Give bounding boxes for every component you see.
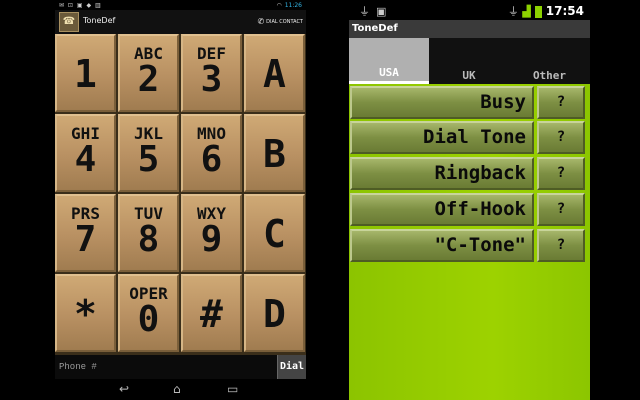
key-b[interactable]: B <box>244 114 305 192</box>
right-phone-screen: ⏚▣ ⏚ ▟ 17:54 ToneDef USA UK Other Busy ? … <box>349 0 590 400</box>
key-star[interactable]: * <box>55 274 116 352</box>
tab-label: Other <box>532 69 567 82</box>
ringback-help-button[interactable]: ? <box>537 157 585 190</box>
key-digit: # <box>200 292 223 336</box>
key-1[interactable]: 1 <box>55 34 116 112</box>
key-c[interactable]: C <box>244 194 305 272</box>
tab-label: UK <box>462 69 476 82</box>
handset-icon: ✆ <box>257 17 265 26</box>
app-title: ToneDef <box>352 23 398 34</box>
signal-icon: ▟ <box>522 5 531 18</box>
tab-other[interactable]: Other <box>509 38 590 84</box>
wifi-icon: ◠ <box>276 2 282 9</box>
phone-number-input[interactable] <box>55 355 277 379</box>
dial-tone-button[interactable]: Dial Tone <box>350 121 534 154</box>
recent-apps-icon[interactable]: ▭ <box>227 382 238 396</box>
usb-icon: ⏚ <box>507 5 519 18</box>
dial-contact-button[interactable]: ✆ DIAL CONTACT <box>257 17 303 26</box>
key-7[interactable]: PRS 7 <box>55 194 116 272</box>
key-digit: 6 <box>200 139 223 180</box>
key-digit: D <box>263 292 286 336</box>
left-phone-screen: ✉ ⊡ ▣ ◆ ▥ ◠ 11:26 ☎ ToneDef ✆ DIAL CONTACT… <box>55 0 306 400</box>
key-digit: C <box>263 212 286 256</box>
keypad: 1 ABC 2 DEF 3 A GHI 4 JKL 5 MNO 6 B PRS 7 TUV 8… <box>55 34 306 355</box>
off-hook-button[interactable]: Off-Hook <box>350 193 534 226</box>
action-bar: ToneDef <box>349 20 590 38</box>
home-icon[interactable]: ⌂ <box>173 382 181 396</box>
key-digit: 8 <box>137 219 160 260</box>
busy-help-button[interactable]: ? <box>537 86 585 119</box>
key-hash[interactable]: # <box>181 274 242 352</box>
key-digit: * <box>74 292 97 336</box>
key-0[interactable]: OPER 0 <box>118 274 179 352</box>
key-digit: 4 <box>74 139 97 180</box>
key-2[interactable]: ABC 2 <box>118 34 179 112</box>
key-d[interactable]: D <box>244 274 305 352</box>
status-right: ◠ 11:26 <box>276 2 302 9</box>
key-digit: 5 <box>137 139 160 180</box>
status-bar: ⏚▣ ⏚ ▟ 17:54 <box>349 0 590 20</box>
key-digit: 1 <box>74 52 97 96</box>
back-icon[interactable]: ↩ <box>119 382 129 396</box>
notification-icons: ✉ ⊡ ▣ ◆ ▥ <box>59 2 102 9</box>
dial-contact-label: DIAL CONTACT <box>266 19 303 25</box>
key-digit: 0 <box>137 299 160 340</box>
key-a[interactable]: A <box>244 34 305 112</box>
status-bar: ✉ ⊡ ▣ ◆ ▥ ◠ 11:26 <box>55 0 306 10</box>
c-tone-help-button[interactable]: ? <box>537 229 585 262</box>
key-9[interactable]: WXY 9 <box>181 194 242 272</box>
status-time: 11:26 <box>284 2 302 9</box>
off-hook-help-button[interactable]: ? <box>537 193 585 226</box>
key-6[interactable]: MNO 6 <box>181 114 242 192</box>
tab-label: USA <box>379 66 399 79</box>
key-digit: 2 <box>137 59 160 100</box>
key-3[interactable]: DEF 3 <box>181 34 242 112</box>
key-digit: 9 <box>200 219 223 260</box>
key-digit: A <box>263 52 286 96</box>
c-tone-button[interactable]: "C-Tone" <box>350 229 534 262</box>
key-5[interactable]: JKL 5 <box>118 114 179 192</box>
tab-uk[interactable]: UK <box>429 38 509 84</box>
ringback-button[interactable]: Ringback <box>350 157 534 190</box>
action-bar: ☎ ToneDef ✆ DIAL CONTACT <box>55 10 306 35</box>
busy-tone-button[interactable]: Busy <box>350 86 534 119</box>
status-right: ⏚ ▟ 17:54 <box>508 3 584 19</box>
region-tabs: USA UK Other <box>349 38 590 84</box>
key-digit: 7 <box>74 219 97 260</box>
app-title: ToneDef <box>83 16 116 25</box>
tab-usa[interactable]: USA <box>349 38 429 84</box>
key-4[interactable]: GHI 4 <box>55 114 116 192</box>
key-digit: 3 <box>200 59 223 100</box>
dial-button[interactable]: Dial <box>277 355 306 379</box>
phone-icon[interactable]: ☎ <box>59 12 79 32</box>
key-digit: B <box>263 132 286 176</box>
key-8[interactable]: TUV 8 <box>118 194 179 272</box>
battery-icon <box>534 6 542 18</box>
dial-tone-help-button[interactable]: ? <box>537 121 585 154</box>
phone-entry-row: Dial <box>55 355 306 379</box>
navigation-bar: ↩ ⌂ ▭ <box>55 379 306 400</box>
status-time: 17:54 <box>545 4 584 18</box>
notification-icons: ⏚▣ <box>359 5 393 18</box>
